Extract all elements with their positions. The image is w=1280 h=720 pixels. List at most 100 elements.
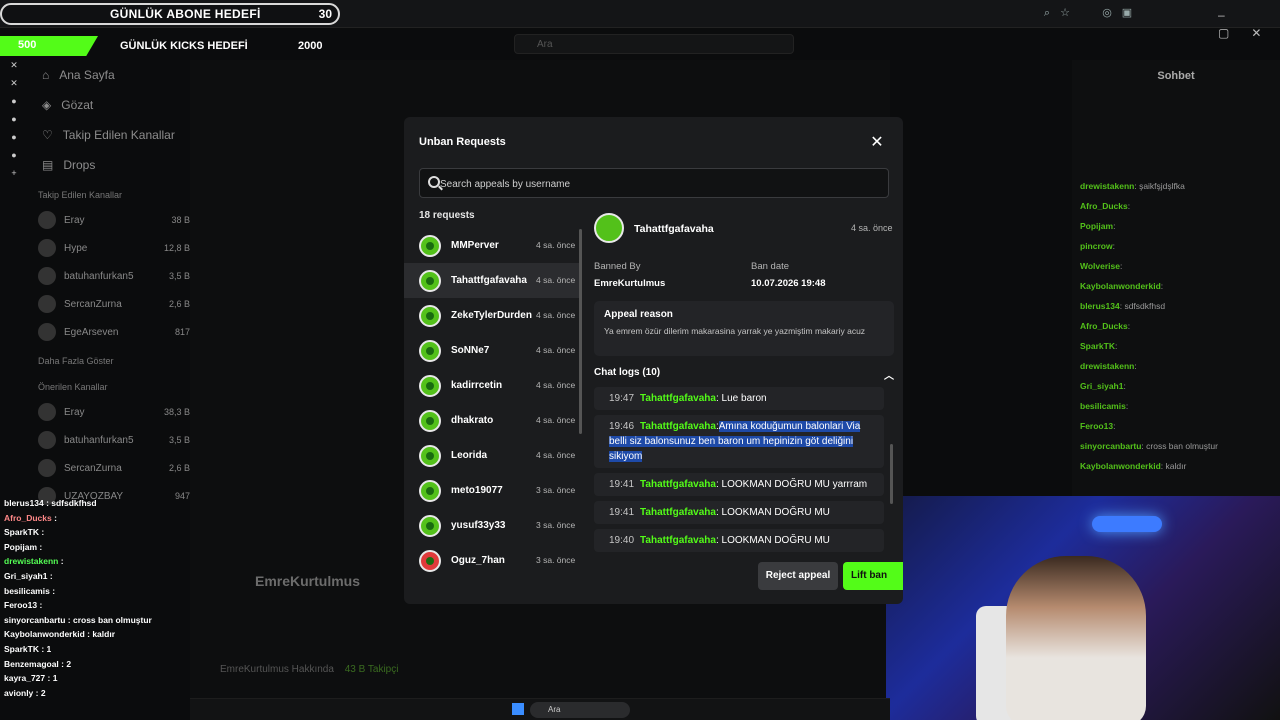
- add-icon[interactable]: +: [7, 168, 21, 182]
- overlay-message: SparkTK :: [4, 527, 45, 538]
- avatar: [419, 304, 441, 327]
- reject-appeal-button[interactable]: Reject appeal: [758, 562, 838, 590]
- request-detail: Tahattfgafavaha 4 sa. önce Banned By Emr…: [584, 210, 899, 590]
- avatar: [38, 403, 56, 421]
- appeal-search-input[interactable]: [440, 175, 880, 193]
- channel-item[interactable]: Eray 38 B: [28, 206, 190, 234]
- extensions-icon[interactable]: ◎: [1100, 6, 1114, 20]
- avatar: [419, 549, 441, 572]
- request-item[interactable]: meto19077 3 sa. önce: [404, 473, 582, 508]
- avatar: [38, 267, 56, 285]
- request-item[interactable]: Oguz_7han 3 sa. önce: [404, 543, 582, 578]
- streamer-figure: [1006, 556, 1146, 720]
- kicks-goal-bar: 500 GÜNLÜK KICKS HEDEFİ 2000: [0, 36, 340, 56]
- chat-message: blerus134: sdfsdkfhsd: [1080, 301, 1166, 311]
- lift-ban-button[interactable]: Lift ban: [843, 562, 903, 590]
- chat-log-entry: 19:41 Tahattfgafavaha: LOOKMAN DOĞRU MU: [594, 501, 884, 524]
- app-icon[interactable]: ●: [7, 132, 21, 146]
- taskbar-search[interactable]: Ara: [530, 702, 630, 718]
- window-controls: – ▢ ✕: [1196, 6, 1280, 42]
- chevron-up-icon[interactable]: ︿: [884, 367, 894, 382]
- home-icon: ⌂: [42, 68, 50, 82]
- overlay-message: besilicamis :: [4, 585, 56, 596]
- chat-logs-header[interactable]: Chat logs (10) ︿: [594, 367, 894, 382]
- channel-item[interactable]: batuhanfurkan5 3,5 B: [28, 426, 190, 454]
- chat-message: Kaybolanwonderkid:: [1080, 281, 1164, 291]
- channel-item[interactable]: Eray 38,3 B: [28, 398, 190, 426]
- avatar: [38, 431, 56, 449]
- request-item[interactable]: MMPerver 4 sa. önce: [404, 228, 582, 263]
- overlay-message: Feroo13 :: [4, 600, 43, 611]
- avatar: [419, 374, 441, 397]
- extension-rail: ✕ ✕ ● ● ● ● +: [0, 56, 28, 206]
- overlay-message: SparkTK : 1: [4, 643, 52, 654]
- channel-item[interactable]: Hype 12,8 B: [28, 234, 190, 262]
- chat-log-entry: 19:41 Tahattfgafavaha: LOOKMAN DOĞRU MU y…: [594, 473, 884, 496]
- puzzle-icon[interactable]: ▣: [1120, 6, 1134, 20]
- about-section: EmreKurtulmus Hakkında 43 B Takipçi: [220, 664, 398, 675]
- site-search-input[interactable]: Ara: [514, 34, 794, 54]
- avatar: [38, 211, 56, 229]
- kicks-goal-value: 2000: [298, 40, 323, 52]
- stream-chat-overlay: blerus134 : sdfsdkfhsd Afro_Ducks : Spar…: [0, 498, 185, 720]
- ban-date-label: Ban date: [751, 261, 790, 272]
- chat-log-entry: 19:46 Tahattfgafavaha:Amına koduğumun bal…: [594, 415, 884, 468]
- chat-log-list: 19:47 Tahattfgafavaha: Lue baron 19:46 Tah…: [594, 387, 884, 553]
- request-item[interactable]: dhakrato 4 sa. önce: [404, 403, 582, 438]
- avatar: [594, 213, 624, 243]
- modal-title: Unban Requests: [419, 136, 506, 148]
- request-item[interactable]: ZekeTylerDurden 4 sa. önce: [404, 298, 582, 333]
- detail-time: 4 sa. önce: [851, 223, 893, 233]
- overlay-message: avionly : 2: [4, 687, 46, 698]
- x-icon[interactable]: ✕: [7, 60, 21, 74]
- overlay-message: blerus134 : sdfsdkfhsd: [4, 498, 97, 508]
- chat-log-scrollbar[interactable]: [890, 444, 893, 504]
- request-item[interactable]: Leorida 4 sa. önce: [404, 438, 582, 473]
- request-item[interactable]: kadirrcetin 4 sa. önce: [404, 368, 582, 403]
- about-title: EmreKurtulmus Hakkında: [220, 664, 334, 675]
- app-icon[interactable]: ●: [7, 96, 21, 110]
- chat-message: Wolverise:: [1080, 261, 1123, 271]
- channel-item[interactable]: EgeArseven 817: [28, 318, 190, 346]
- appeal-reason-text: Ya emrem özür dilerim makarasina yarrak …: [604, 326, 866, 336]
- avatar: [419, 269, 441, 292]
- detail-username: Tahattfgafavaha: [634, 223, 714, 235]
- abone-goal-value: 30: [318, 7, 332, 21]
- avatar: [38, 323, 56, 341]
- streamer-name: EmreKurtulmus: [255, 573, 361, 589]
- kicks-current: 500: [18, 39, 37, 51]
- channel-item[interactable]: SercanZurna 2,6 B: [28, 454, 190, 482]
- chat-message: besilicamis:: [1080, 401, 1129, 411]
- sidebar-item-home[interactable]: ⌂ Ana Sayfa: [28, 60, 190, 90]
- chat-message: Afro_Ducks:: [1080, 201, 1131, 211]
- chat-panel: Sohbet drewistakenn: şaikfşjdşlfka Afro_…: [1072, 60, 1280, 500]
- close-icon[interactable]: ✕: [867, 133, 887, 153]
- request-item[interactable]: yusuf33y33 3 sa. önce: [404, 508, 582, 543]
- x-icon[interactable]: ✕: [7, 78, 21, 92]
- show-more-link[interactable]: Daha Fazla Göster: [28, 346, 190, 372]
- sidebar-item-browse[interactable]: ◈ Gözat: [28, 90, 190, 120]
- zoom-icon[interactable]: ⌕: [1040, 6, 1054, 20]
- chat-message: Kaybolanwonderkid: kaldır: [1080, 461, 1187, 471]
- minimize-icon[interactable]: –: [1218, 8, 1225, 22]
- app-icon[interactable]: ●: [7, 150, 21, 164]
- chat-message: Afro_Ducks:: [1080, 321, 1131, 331]
- app-icon[interactable]: ●: [7, 114, 21, 128]
- request-item[interactable]: SoNNe7 4 sa. önce: [404, 333, 582, 368]
- appeal-search-box[interactable]: [419, 168, 889, 198]
- abone-goal-label: GÜNLÜK ABONE HEDEFİ: [110, 7, 261, 21]
- avatar: [419, 339, 441, 362]
- star-icon[interactable]: ☆: [1058, 6, 1072, 20]
- request-list: MMPerver 4 sa. önce Tahattfgafavaha 4 sa. …: [404, 228, 582, 587]
- close-window-icon[interactable]: ✕: [1251, 26, 1261, 40]
- sidebar-item-drops[interactable]: ▤ Drops: [28, 150, 190, 180]
- request-list-scrollbar[interactable]: [579, 229, 582, 434]
- request-item-selected[interactable]: Tahattfgafavaha 4 sa. önce: [404, 263, 582, 298]
- sidebar-item-following[interactable]: ♡ Takip Edilen Kanallar: [28, 120, 190, 150]
- channel-item[interactable]: SercanZurna 2,6 B: [28, 290, 190, 318]
- neon-light: [1092, 516, 1162, 532]
- overlay-message: kayra_727 : 1: [4, 673, 58, 684]
- channel-item[interactable]: batuhanfurkan5 3,5 B: [28, 262, 190, 290]
- maximize-icon[interactable]: ▢: [1218, 26, 1229, 40]
- start-icon[interactable]: [512, 703, 524, 715]
